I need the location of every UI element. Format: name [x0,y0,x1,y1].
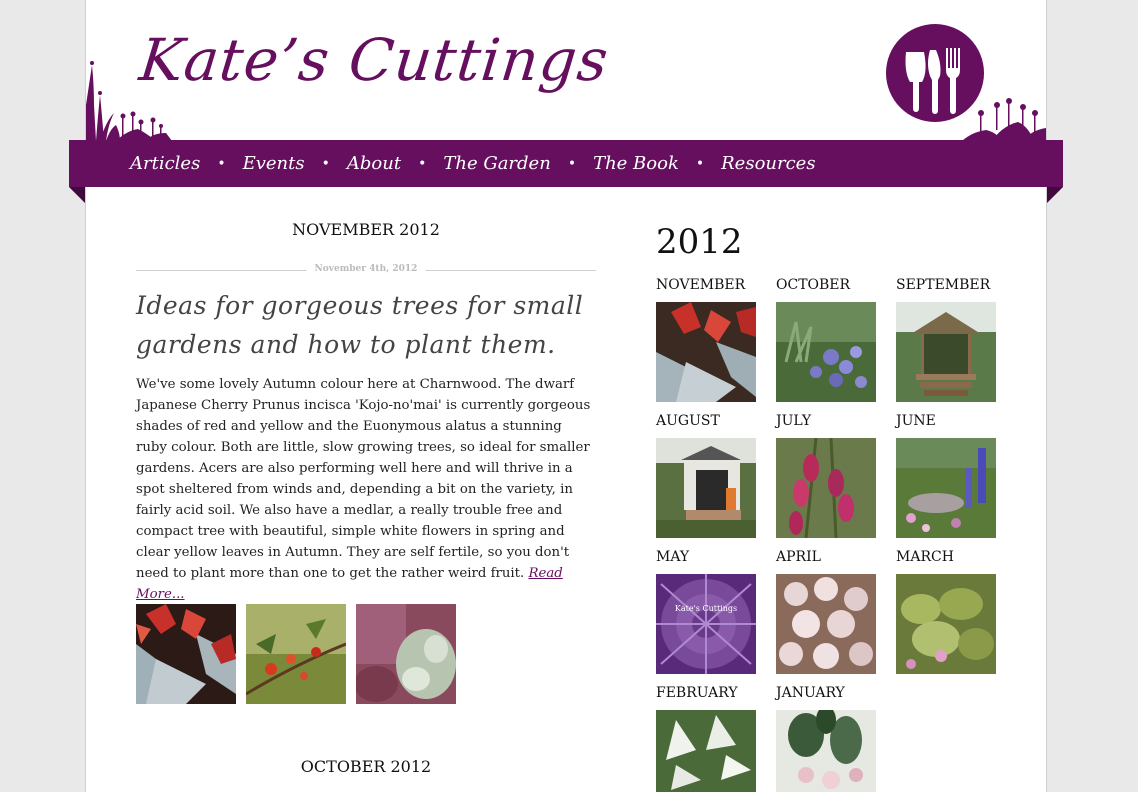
nav-item-articles[interactable]: Articles [130,153,200,174]
post-date-line: November 4th, 2012 [136,264,596,276]
nav-item-about[interactable]: About [347,153,401,174]
site-header: Kate’s Cuttings [86,0,1046,141]
nav-separator: • [567,155,577,172]
archive-month-label[interactable]: JUNE [896,413,936,429]
archive-thumbnail-july[interactable] [776,438,876,538]
may-cover-title: Kate's Cuttings [675,604,737,613]
archive-month-label[interactable]: JANUARY [776,685,845,701]
post-body-text: We've some lovely Autumn colour here at … [136,377,591,581]
archive-thumbnail-november[interactable] [656,302,756,402]
archive-month-label[interactable]: SEPTEMBER [896,277,990,293]
nav-item-resources[interactable]: Resources [721,153,815,174]
archive-thumbnail-october[interactable] [776,302,876,402]
nav-ribbon-fold-left [69,187,85,203]
plant-silhouette-right-icon [962,98,1046,141]
post-excerpt: We've some lovely Autumn colour here at … [136,374,596,605]
archive-thumbnail-may[interactable]: Kate's Cuttings [656,574,756,674]
archive-thumbnail-february[interactable] [656,710,756,792]
archive-thumbnail-september[interactable] [896,302,996,402]
archive-month-label[interactable]: AUGUST [656,413,720,429]
archive-month-label[interactable]: MARCH [896,549,954,565]
archive-month-label[interactable]: JULY [776,413,811,429]
site-title[interactable]: Kate’s Cuttings [136,26,611,94]
nav-item-the-book[interactable]: The Book [593,153,679,174]
archive-month-label[interactable]: OCTOBER [776,277,850,293]
archive-year: 2012 [656,222,743,262]
archive-month-label[interactable]: NOVEMBER [656,277,745,293]
nav-item-events[interactable]: Events [243,153,305,174]
nav-separator: • [695,155,705,172]
post-date: November 4th, 2012 [306,264,426,274]
main-nav: Articles • Events • About • The Garden •… [130,140,816,187]
archive-month-label[interactable]: FEBRUARY [656,685,738,701]
archive-thumbnail-june[interactable] [896,438,996,538]
nav-separator: • [321,155,330,172]
archive-thumbnail-april[interactable] [776,574,876,674]
month-heading[interactable]: OCTOBER 2012 [136,757,596,776]
nav-separator: • [217,155,226,172]
archive-thumbnail-january[interactable] [776,710,876,792]
post-thumbnail[interactable] [136,604,236,704]
post-title[interactable]: Ideas for gorgeous trees for small garde… [136,286,606,364]
archive-thumbnail-march[interactable] [896,574,996,674]
nav-item-the-garden[interactable]: The Garden [443,153,550,174]
month-heading[interactable]: NOVEMBER 2012 [136,220,596,239]
archive-thumbnail-august[interactable] [656,438,756,538]
post-thumbnail[interactable] [356,604,456,704]
nav-separator: • [418,155,427,172]
archive-month-label[interactable]: APRIL [776,549,821,565]
nav-ribbon-fold-right [1047,187,1063,203]
post-thumbnail[interactable] [246,604,346,704]
archive-month-label[interactable]: MAY [656,549,689,565]
